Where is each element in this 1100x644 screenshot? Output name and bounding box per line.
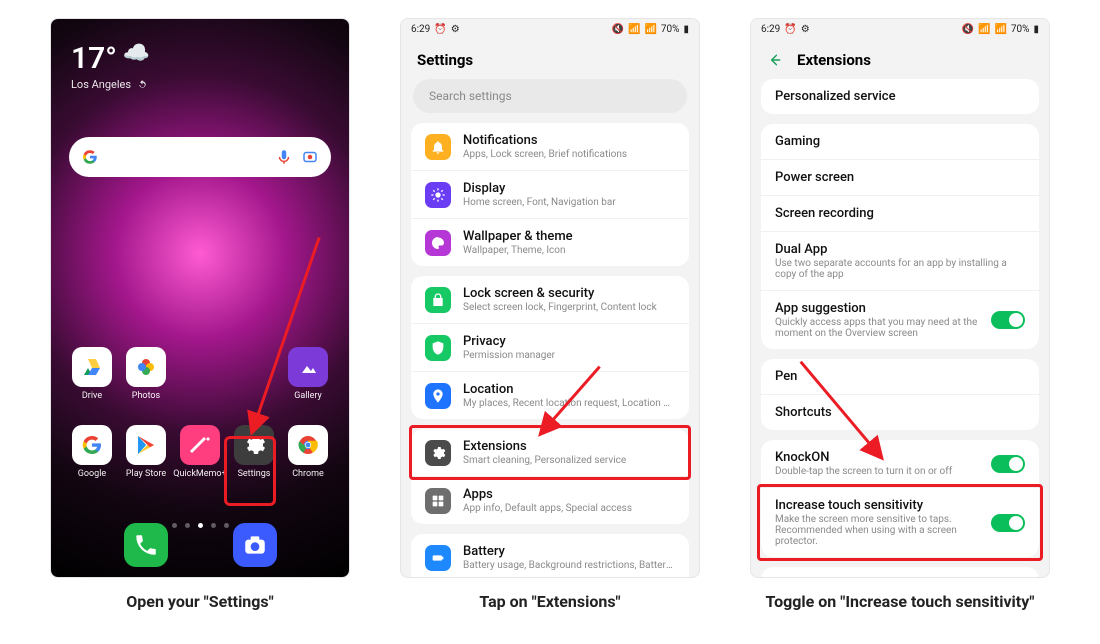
phone-extensions-screen: 6:29⏰⚙ 🔇📶📶70%▮ Extensions Personalized s…: [750, 18, 1050, 578]
ext-looking-for-something-else-[interactable]: Looking for something else?: [761, 567, 1039, 578]
alarm-icon: ⏰: [434, 24, 446, 35]
status-bar: 6:29⏰⚙ 🔇📶📶70%▮: [401, 19, 699, 39]
ext-increase-touch-sensitivity[interactable]: Increase touch sensitivityMake the scree…: [761, 487, 1039, 557]
page-title: Settings: [401, 39, 699, 79]
instruction-arrow: [51, 19, 349, 575]
palette-icon: [425, 230, 451, 256]
settings-highlight-box: [224, 436, 276, 506]
app-play-store[interactable]: Play Store: [119, 425, 173, 479]
weather-widget[interactable]: 17° ☁️: [51, 19, 349, 76]
cloud-icon: ☁️: [123, 41, 150, 66]
toggle-app-suggestion[interactable]: [991, 311, 1025, 329]
toggle-increase-touch-sensitivity[interactable]: [991, 514, 1025, 532]
app-quickmemo-[interactable]: QuickMemo+: [173, 425, 227, 479]
phone-icon: [124, 523, 168, 567]
drive-icon: [72, 347, 112, 387]
setting-lock-screen-security[interactable]: Lock screen & securitySelect screen lock…: [411, 276, 689, 323]
refresh-icon[interactable]: [137, 79, 148, 90]
setting-battery[interactable]: BatteryBattery usage, Background restric…: [411, 534, 689, 578]
lock-icon: [425, 287, 451, 313]
chrome-icon: [288, 425, 328, 465]
app-chrome[interactable]: Chrome: [281, 425, 335, 479]
photos-icon: [126, 347, 166, 387]
wifi-icon: 📶: [628, 24, 640, 35]
app-drive[interactable]: Drive: [65, 347, 119, 401]
pin-icon: [425, 383, 451, 409]
dock-camera[interactable]: [233, 523, 277, 567]
ext-dual-app[interactable]: Dual AppUse two separate accounts for an…: [761, 231, 1039, 290]
app-google[interactable]: Google: [65, 425, 119, 479]
google-icon: [72, 425, 112, 465]
phone-home-screen: 17° ☁️ Los Angeles DrivePhotos Gallery Goo…: [50, 18, 350, 578]
sun-icon: [425, 182, 451, 208]
setting-apps[interactable]: AppsApp info, Default apps, Special acce…: [411, 476, 689, 524]
ext-app-suggestion[interactable]: App suggestionQuickly access apps that y…: [761, 290, 1039, 349]
memo-icon: [180, 425, 220, 465]
search-input[interactable]: Search settings: [413, 79, 687, 113]
google-logo-icon: [81, 148, 99, 166]
signal-icon: 📶: [644, 24, 656, 35]
caption-3: Toggle on "Increase touch sensitivity": [750, 592, 1050, 613]
ext-pen[interactable]: Pen: [761, 359, 1039, 394]
setting-privacy[interactable]: PrivacyPermission manager: [411, 323, 689, 371]
ext-knockon[interactable]: KnockONDouble-tap the screen to turn it …: [761, 440, 1039, 487]
page-title: Extensions: [797, 51, 871, 69]
battery-icon: [425, 545, 451, 571]
back-arrow-icon[interactable]: [767, 52, 783, 68]
city-label: Los Angeles: [71, 78, 131, 91]
bell-icon: [425, 134, 451, 160]
gear-icon: [425, 440, 451, 466]
setting-location[interactable]: LocationMy places, Recent location reque…: [411, 371, 689, 419]
ext-personalized-service[interactable]: Personalized service: [761, 79, 1039, 114]
google-search-bar[interactable]: [69, 137, 331, 177]
phone-settings-screen: 6:29⏰⚙ 🔇📶📶70%▮ Settings Search settings …: [400, 18, 700, 578]
search-placeholder: Search settings: [429, 89, 512, 103]
toggle-knockon[interactable]: [991, 455, 1025, 473]
ext-screen-recording[interactable]: Screen recording: [761, 195, 1039, 231]
lens-icon[interactable]: [301, 148, 319, 166]
status-bar: 6:29⏰⚙ 🔇📶📶70%▮: [751, 19, 1049, 39]
play-icon: [126, 425, 166, 465]
setting-display[interactable]: DisplayHome screen, Font, Navigation bar: [411, 170, 689, 218]
app-photos[interactable]: Photos: [119, 347, 173, 401]
battery-icon: ▮: [683, 24, 689, 35]
ext-power-screen[interactable]: Power screen: [761, 159, 1039, 195]
grid-icon: [425, 488, 451, 514]
app-gallery[interactable]: Gallery: [281, 347, 335, 401]
gallery-icon: [288, 347, 328, 387]
mute-icon: 🔇: [612, 24, 624, 35]
setting-wallpaper-theme[interactable]: Wallpaper & themeWallpaper, Theme, Icon: [411, 218, 689, 266]
mic-icon[interactable]: [275, 148, 293, 166]
setting-extensions[interactable]: ExtensionsSmart cleaning, Personalized s…: [411, 429, 689, 476]
caption-1: Open your "Settings": [50, 592, 350, 613]
caption-2: Tap on "Extensions": [400, 592, 700, 613]
gear-status-icon: ⚙: [451, 24, 460, 35]
dock-phone[interactable]: [124, 523, 168, 567]
ext-shortcuts[interactable]: Shortcuts: [761, 394, 1039, 430]
shield-icon: [425, 335, 451, 361]
temperature: 17°: [71, 41, 117, 76]
ext-gaming[interactable]: Gaming: [761, 124, 1039, 159]
camera-icon: [233, 523, 277, 567]
setting-notifications[interactable]: NotificationsApps, Lock screen, Brief no…: [411, 123, 689, 170]
